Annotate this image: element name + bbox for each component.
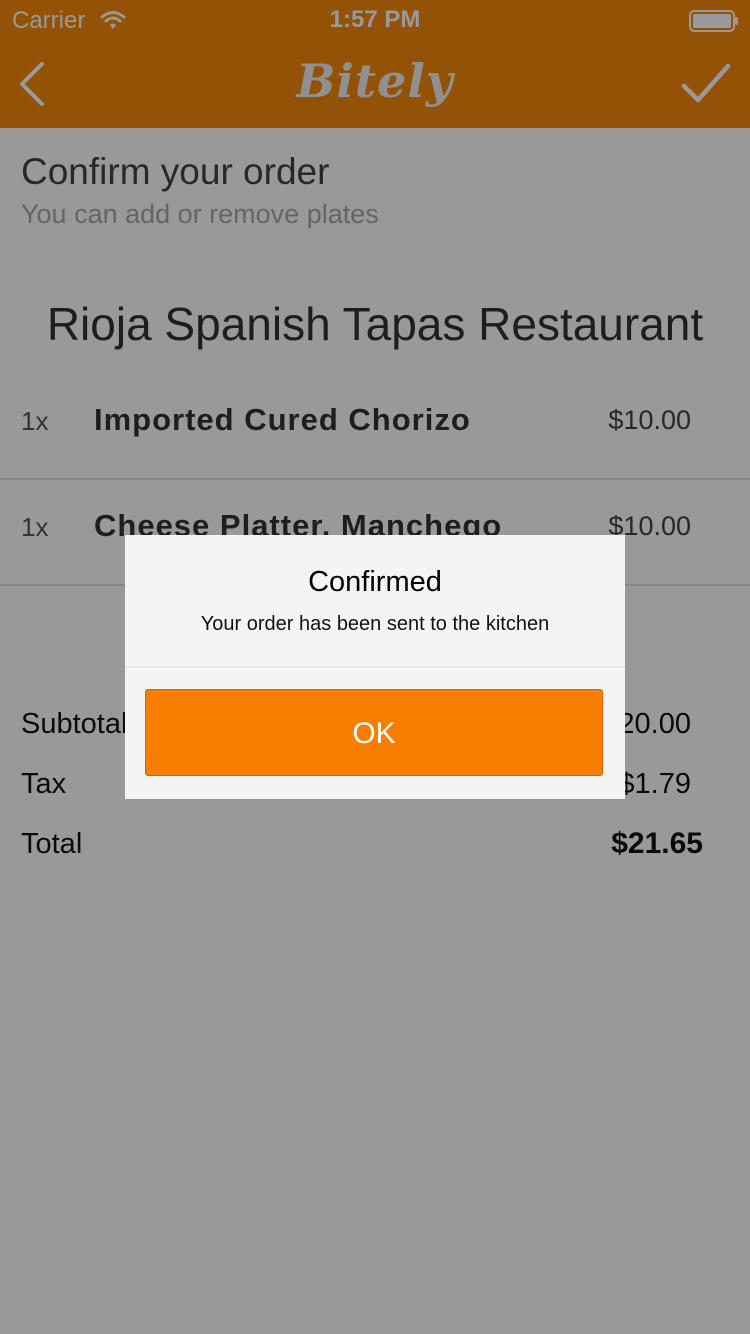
confirmation-dialog: Confirmed Your order has been sent to th… [125,535,625,799]
dialog-title: Confirmed [308,566,442,598]
app-screen: Carrier 1:57 PM Bitely Confirm your orde… [0,0,750,1334]
dialog-message: Your order has been sent to the kitchen [200,613,550,635]
dialog-divider [125,666,625,668]
ok-button[interactable]: OK [145,689,603,776]
